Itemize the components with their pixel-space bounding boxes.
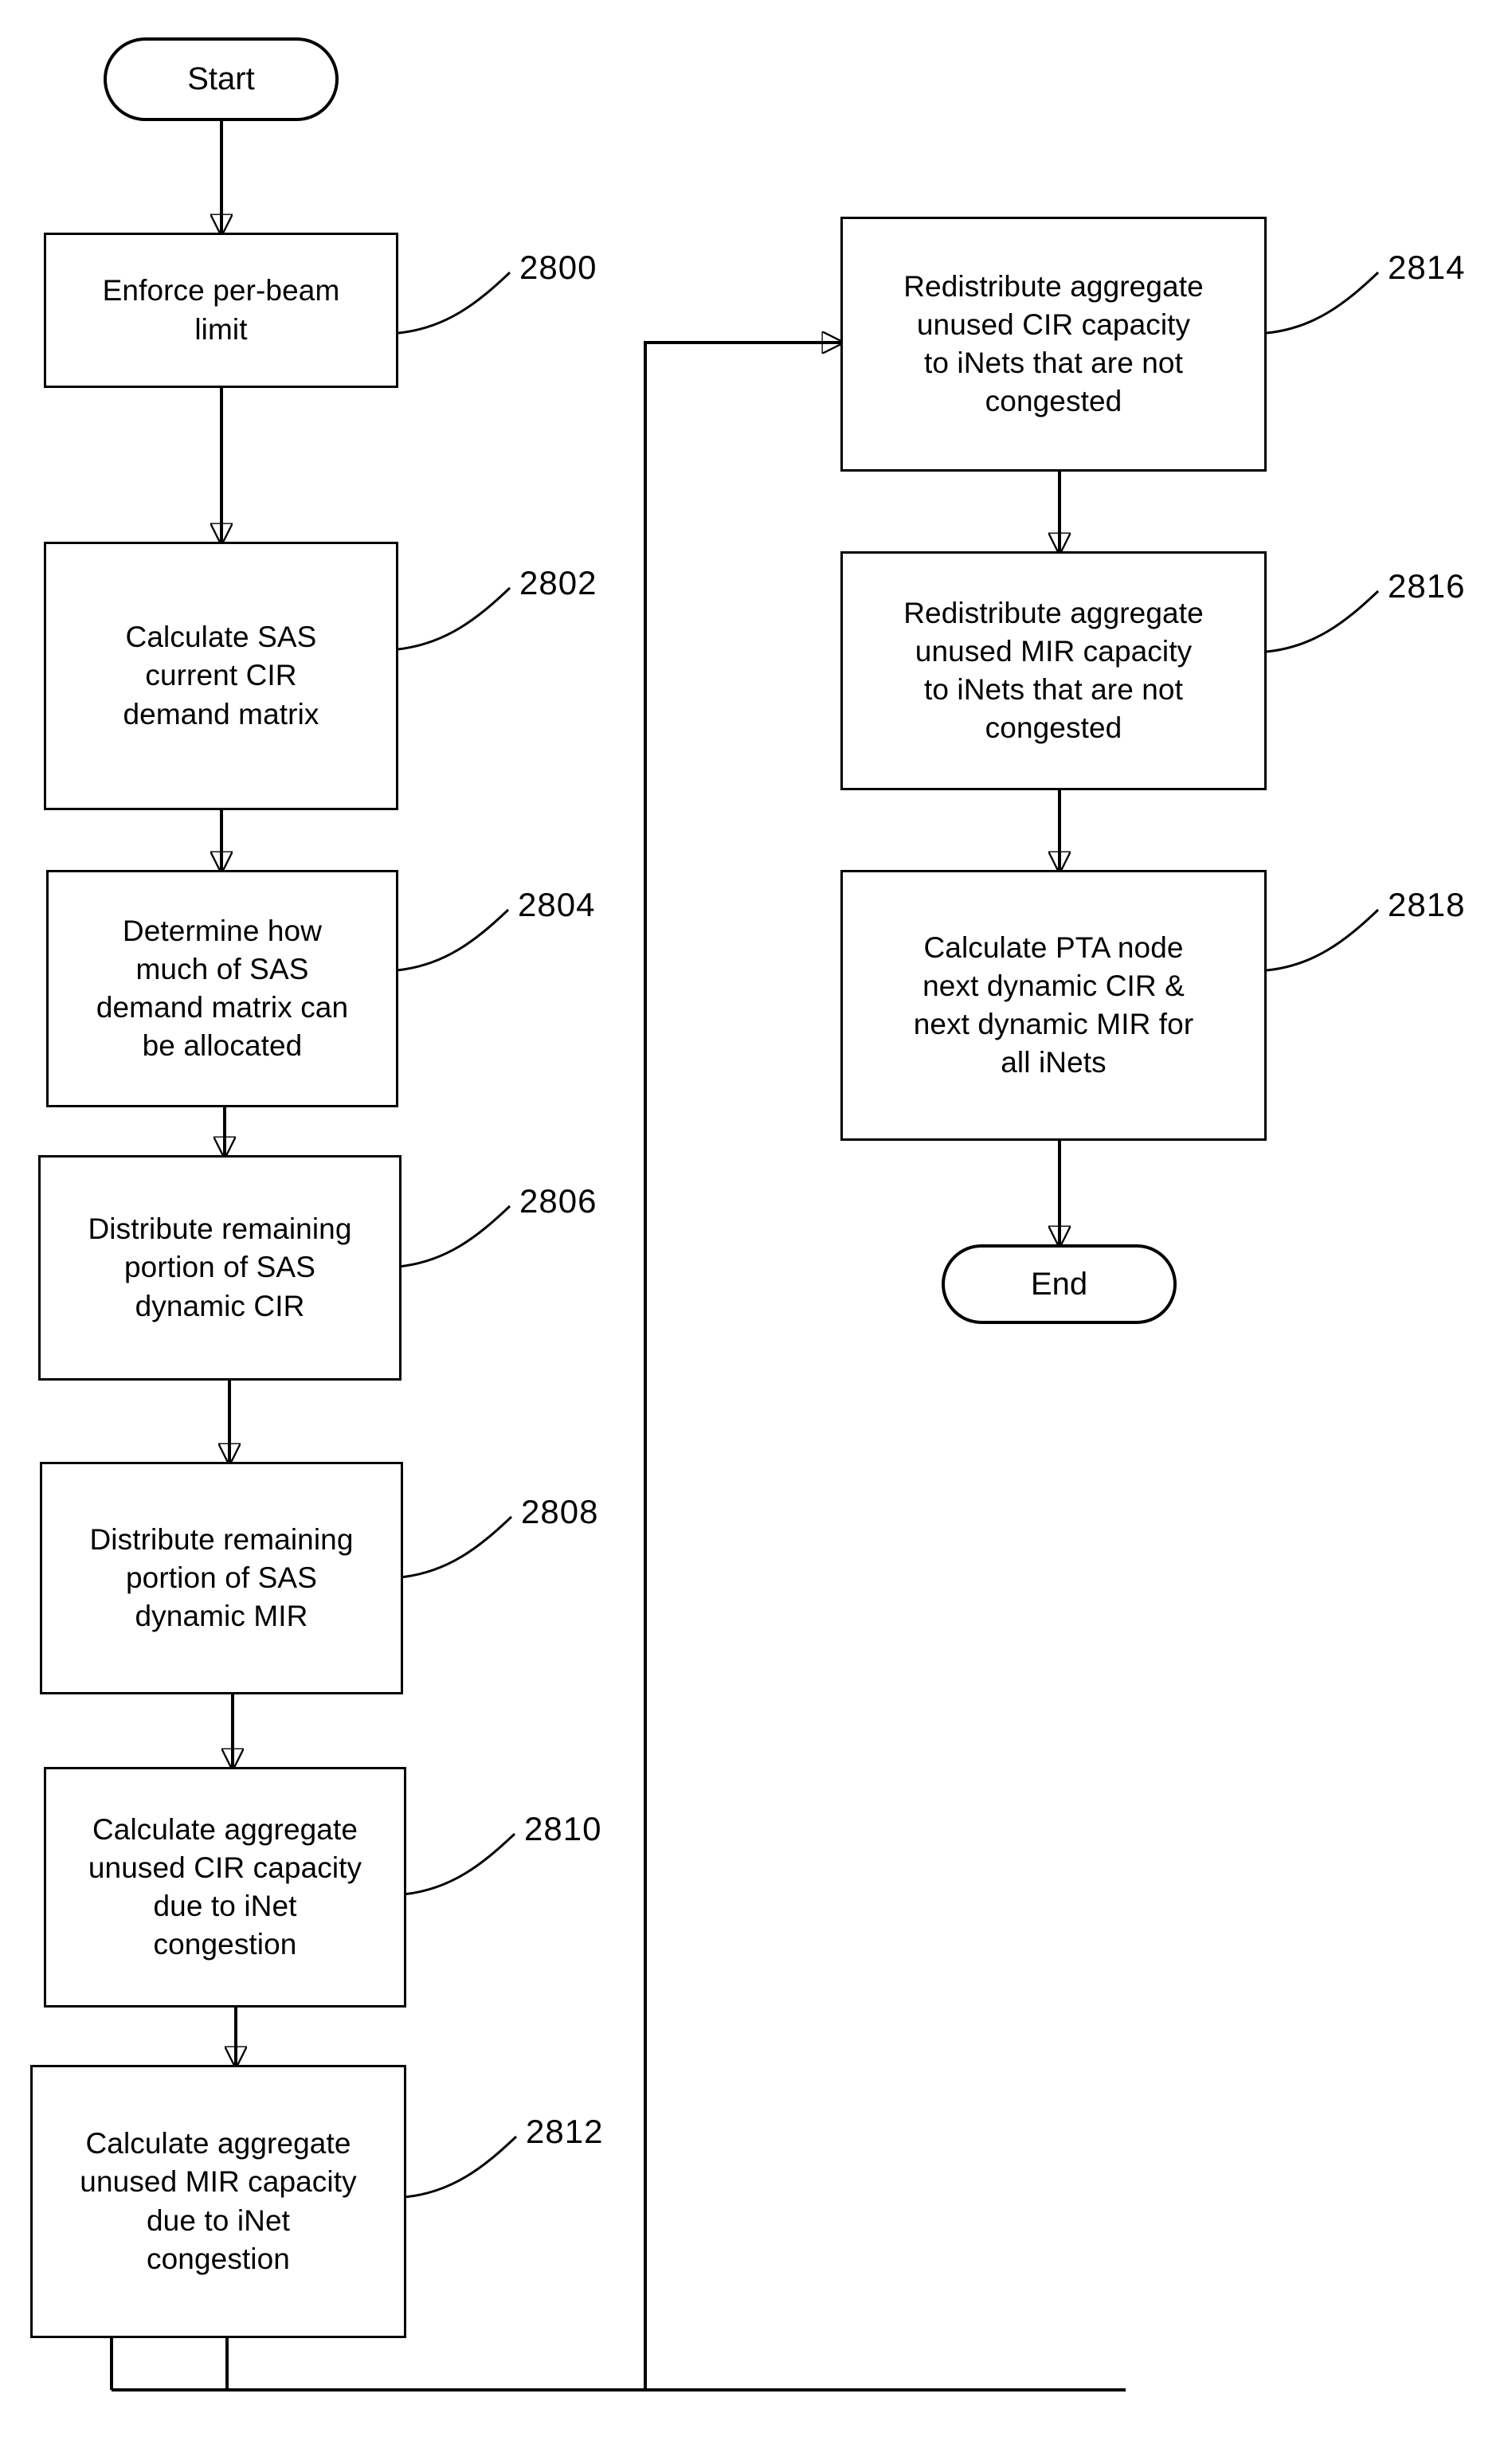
ref-label-2816: 2816 — [1388, 567, 1466, 605]
ref-label-2800: 2800 — [519, 249, 597, 286]
process-2802-text: Calculate SAS current CIR demand matrix — [123, 621, 319, 731]
process-box-2808: Distribute remaining portion of SAS dyna… — [40, 1462, 403, 1694]
ref-label-2802: 2802 — [519, 564, 597, 601]
start-terminator: Start — [104, 37, 339, 121]
process-2818-text: Calculate PTA node next dynamic CIR & ne… — [913, 930, 1194, 1079]
process-2806-text: Distribute remaining portion of SAS dyna… — [88, 1212, 352, 1322]
process-2816-text: Redistribute aggregate unused MIR capaci… — [903, 596, 1204, 745]
process-box-2814: Redistribute aggregate unused CIR capaci… — [840, 217, 1267, 472]
process-2810-text: Calculate aggregate unused CIR capacity … — [88, 1812, 362, 1961]
flowchart-canvas: Start Enforce per-beam limit 2800 Calcul… — [0, 0, 1512, 2460]
process-2804-text: Determine how much of SAS demand matrix … — [96, 914, 349, 1063]
process-box-2800: Enforce per-beam limit — [44, 233, 398, 388]
process-2808-text: Distribute remaining portion of SAS dyna… — [89, 1522, 354, 1633]
end-terminator: End — [942, 1244, 1177, 1324]
ref-label-2804: 2804 — [518, 886, 596, 923]
process-box-2818: Calculate PTA node next dynamic CIR & ne… — [840, 870, 1267, 1141]
process-box-2812: Calculate aggregate unused MIR capacity … — [30, 2065, 406, 2338]
process-2812-text: Calculate aggregate unused MIR capacity … — [80, 2127, 357, 2275]
ref-label-2818: 2818 — [1388, 886, 1466, 923]
process-box-2804: Determine how much of SAS demand matrix … — [46, 870, 398, 1107]
process-2800-text: Enforce per-beam limit — [102, 274, 340, 346]
process-box-2806: Distribute remaining portion of SAS dyna… — [38, 1155, 402, 1381]
ref-label-2808: 2808 — [521, 1493, 599, 1530]
end-label: End — [1030, 1266, 1088, 1302]
start-label: Start — [187, 61, 255, 96]
process-box-2810: Calculate aggregate unused CIR capacity … — [44, 1767, 406, 2008]
ref-label-2814: 2814 — [1388, 249, 1466, 286]
ref-label-2810: 2810 — [524, 1810, 602, 1847]
ref-label-2812: 2812 — [526, 2113, 604, 2150]
process-2814-text: Redistribute aggregate unused CIR capaci… — [903, 269, 1204, 418]
process-box-2816: Redistribute aggregate unused MIR capaci… — [840, 551, 1267, 790]
process-box-2802: Calculate SAS current CIR demand matrix — [44, 542, 398, 810]
ref-label-2806: 2806 — [519, 1182, 597, 1220]
